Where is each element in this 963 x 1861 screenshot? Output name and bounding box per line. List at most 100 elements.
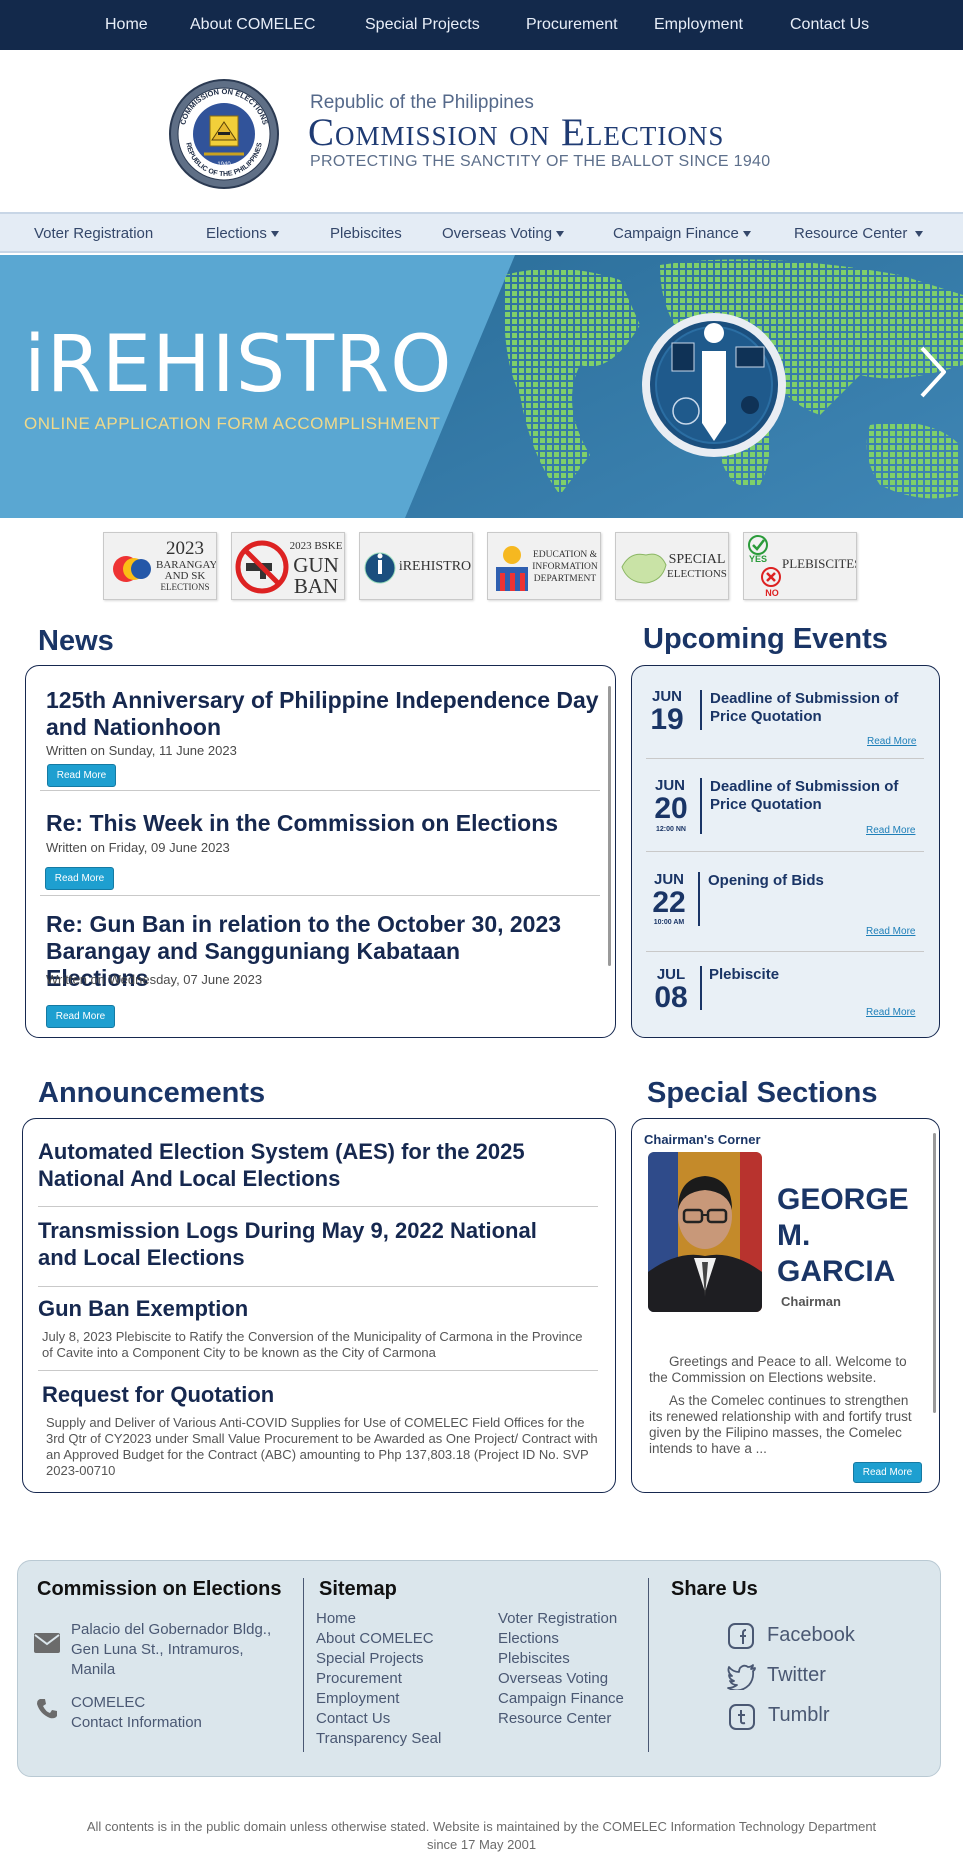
quicklink-education-info[interactable]: EDUCATION & INFORMATION DEPARTMENT [487,532,601,600]
footer-address-line: Palacio del Gobernador Bldg., [71,1621,272,1638]
announcement-title[interactable]: Automated Election System (AES) for the … [38,1138,578,1192]
event-divider [700,966,702,1010]
event-title[interactable]: Deadline of Submission of Price Quotatio… [710,690,915,726]
sitemap-link[interactable]: Elections [498,1629,559,1649]
subnav-overseas-voting[interactable]: Overseas Voting [442,225,565,242]
chairman-name-line: M. [777,1219,811,1252]
sitemap-link[interactable]: Campaign Finance [498,1689,624,1709]
footer-contact-line[interactable]: COMELEC [71,1693,145,1713]
divider [40,790,600,791]
topnav-contact[interactable]: Contact Us [790,16,869,34]
quicklink-bske-2023[interactable]: 2023 BARANGAY AND SK ELECTIONS [103,532,217,600]
ql-text: 2023 BSKE [289,540,343,552]
announcement-description: July 8, 2023 Plebiscite to Ratify the Co… [42,1329,583,1360]
event-day: 08 [654,981,688,1014]
topnav-special-projects[interactable]: Special Projects [365,16,480,34]
tumblr-icon[interactable] [729,1704,755,1730]
event-read-more-link[interactable]: Read More [866,1007,915,1018]
event-title[interactable]: Plebiscite [709,966,914,984]
sitemap-link[interactable]: Procurement [316,1669,402,1689]
copyright-notice: All contents is in the public domain unl… [40,1818,923,1854]
event-read-more-link[interactable]: Read More [867,736,916,747]
announcement-title[interactable]: Request for Quotation [42,1381,582,1408]
sitemap-link[interactable]: Employment [316,1689,399,1709]
news-item-date: Written on Sunday, 11 June 2023 [46,743,237,758]
ql-text: DEPARTMENT [533,574,597,584]
facebook-icon[interactable] [728,1623,754,1649]
share-facebook-link[interactable]: Facebook [767,1624,855,1647]
sitemap-link[interactable]: Voter Registration [498,1609,617,1629]
sitemap-link[interactable]: Plebiscites [498,1649,570,1669]
chairman-message: As the Comelec continues to strengthen i… [649,1393,912,1456]
ql-text: YES [748,554,767,564]
event-time: 12:00 NN [656,826,686,833]
sitemap-link[interactable]: Transparency Seal [316,1729,441,1749]
subnav-label: Campaign Finance [613,225,739,242]
special-sections-heading: Special Sections [647,1077,878,1109]
header-tagline: PROTECTING THE SANCTITY OF THE BALLOT SI… [310,153,771,170]
sitemap-link[interactable]: Home [316,1609,356,1629]
announcement-title[interactable]: Gun Ban Exemption [38,1295,578,1322]
news-item-date: Written on Wednesday, 07 June 2023 [46,972,263,987]
topnav-procurement[interactable]: Procurement [526,16,618,34]
header-title: Commission on Elections [308,111,725,154]
ql-text: SPECIAL [668,552,726,567]
share-tumblr-link[interactable]: Tumblr [768,1704,829,1727]
subnav-resource-center[interactable]: Resource Center [794,225,924,242]
divider [646,851,924,852]
chairman-photo [648,1152,762,1312]
topnav-about[interactable]: About COMELEC [190,16,315,34]
mail-icon [34,1633,60,1653]
news-scrollbar[interactable] [608,686,611,966]
seal-year: 1940 [217,162,231,168]
event-read-more-link[interactable]: Read More [866,825,915,836]
phone-icon [37,1699,57,1719]
news-item-title[interactable]: Re: This Week in the Commission on Elect… [46,810,604,837]
quicklink-irehistro[interactable]: iREHISTRO [359,532,473,600]
carousel-next-icon[interactable] [918,344,948,400]
subnav-label: Elections [206,225,267,242]
ql-text: INFORMATION [532,562,598,572]
subnav-elections[interactable]: Elections [206,225,279,242]
footer-address-line: Gen Luna St., Intramuros, [71,1641,244,1658]
topnav-home[interactable]: Home [105,16,148,34]
subnav-plebiscites[interactable]: Plebiscites [330,225,402,242]
ql-text: PLEBISCITES [782,556,857,571]
read-more-button[interactable]: Read More [46,1005,115,1028]
share-twitter-link[interactable]: Twitter [767,1664,826,1687]
read-more-button[interactable]: Read More [853,1462,922,1483]
footer-share-heading: Share Us [671,1578,758,1600]
footer-divider [303,1578,304,1752]
event-day: 20 [654,792,688,825]
sitemap-link[interactable]: Resource Center [498,1709,611,1729]
event-divider [700,690,702,730]
event-title[interactable]: Opening of Bids [708,872,913,890]
sitemap-link[interactable]: About COMELEC [316,1629,434,1649]
special-scrollbar[interactable] [933,1133,936,1413]
quicklink-plebiscites[interactable]: YES NO PLEBISCITES [743,532,857,600]
caret-down-icon [915,231,924,238]
subnav-campaign-finance[interactable]: Campaign Finance [613,225,751,242]
read-more-button[interactable]: Read More [45,867,114,890]
sitemap-link[interactable]: Special Projects [316,1649,424,1669]
ql-text: EDUCATION & [532,550,598,560]
sitemap-link[interactable]: Contact Us [316,1709,390,1729]
sitemap-link[interactable]: Overseas Voting [498,1669,608,1689]
ql-text: 2023 [166,538,204,559]
twitter-icon[interactable] [727,1664,757,1690]
subnav-label: Voter Registration [34,225,154,242]
quicklink-gun-ban[interactable]: 2023 BSKE GUN BAN [231,532,345,600]
chairman-name: GEORGE M. GARCIA [777,1182,909,1290]
event-title[interactable]: Deadline of Submission of Price Quotatio… [710,778,915,814]
topnav-employment[interactable]: Employment [654,16,743,34]
read-more-button[interactable]: Read More [47,764,116,787]
subnav-voter-registration[interactable]: Voter Registration [34,225,153,242]
comelec-seal-logo[interactable]: COMMISSION ON ELECTIONS REPUBLIC OF THE … [168,78,280,190]
footer-contact-line[interactable]: Contact Information [71,1713,202,1733]
top-navbar: Home About COMELEC Special Projects Proc… [0,0,963,50]
event-read-more-link[interactable]: Read More [866,926,915,937]
announcement-title[interactable]: Transmission Logs During May 9, 2022 Nat… [38,1217,578,1271]
ql-text: iREHISTRO [398,559,472,574]
quicklink-special-elections[interactable]: SPECIAL ELECTIONS [615,532,729,600]
news-item-title[interactable]: 125th Anniversary of Philippine Independ… [46,687,604,741]
